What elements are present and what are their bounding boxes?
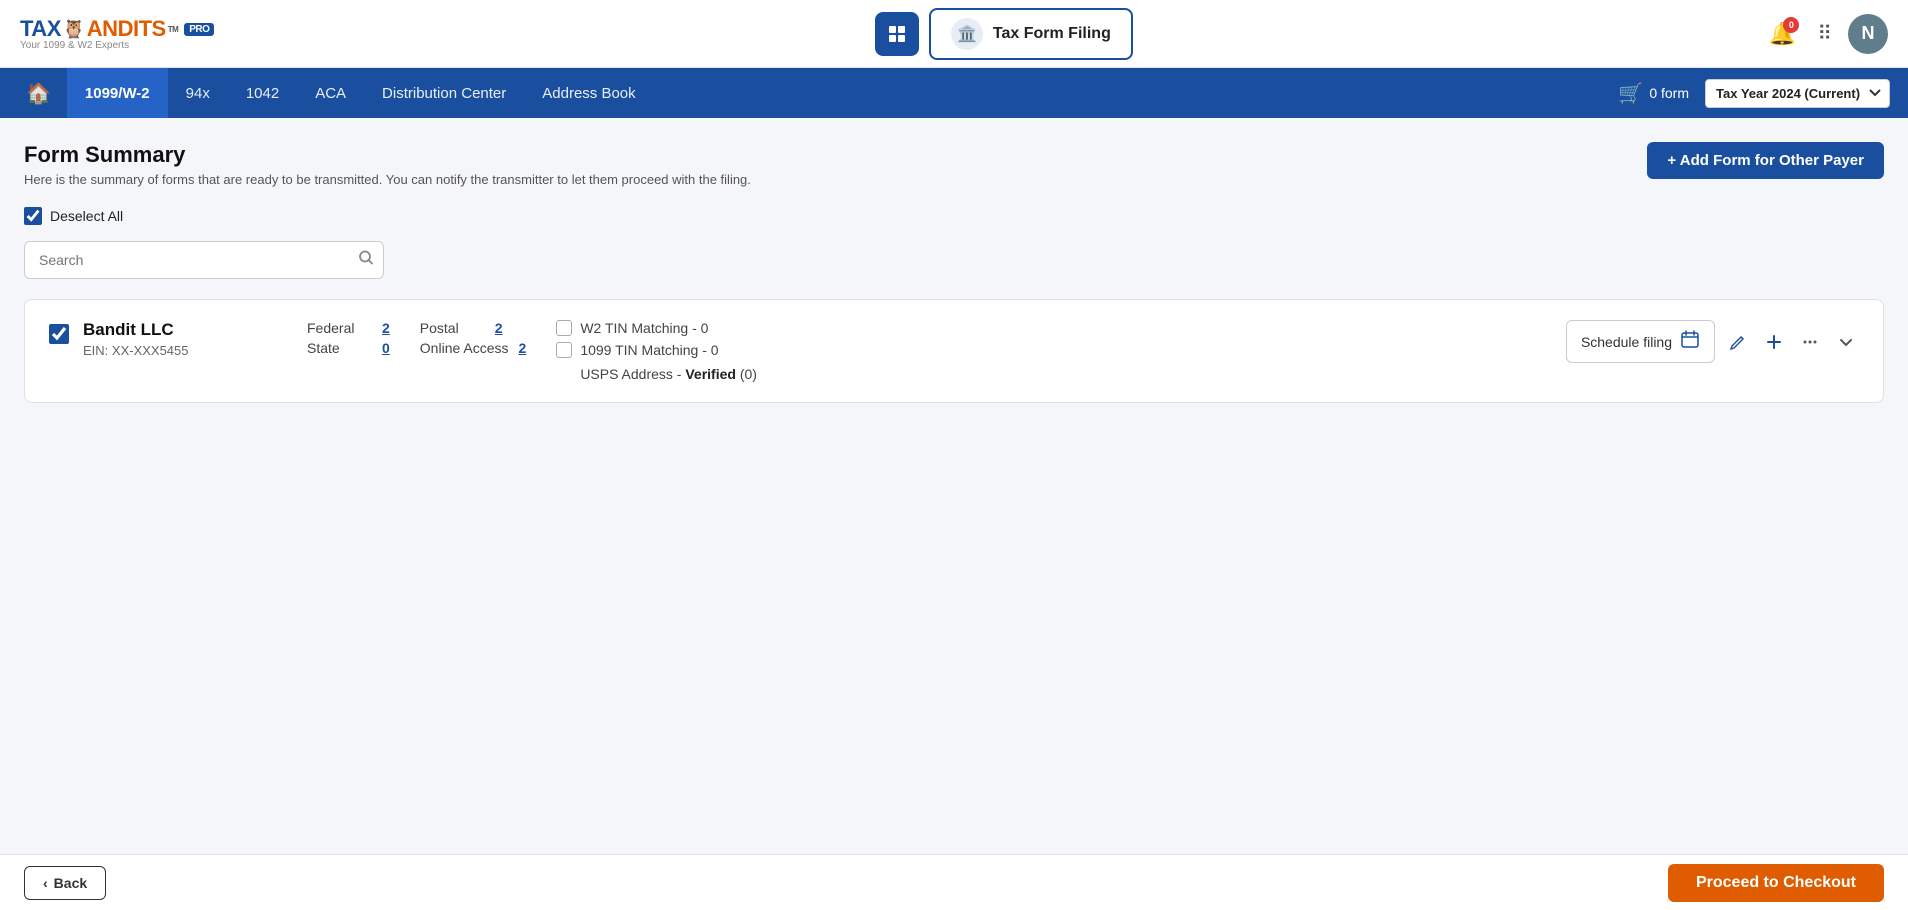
state-label: State xyxy=(307,340,372,356)
owl-icon: 🦉 xyxy=(63,19,85,40)
form-summary-title: Form Summary xyxy=(24,142,751,168)
nav-item-distribution-center[interactable]: Distribution Center xyxy=(364,68,524,118)
cart-icon: 🛒 xyxy=(1618,81,1643,106)
grid-square-icon xyxy=(887,24,907,44)
add-form-other-payer-button[interactable]: + Add Form for Other Payer xyxy=(1647,142,1884,179)
form-summary-header: Form Summary Here is the summary of form… xyxy=(24,142,1884,187)
state-count-row: State 0 xyxy=(307,340,390,356)
usps-label: USPS Address - xyxy=(580,366,681,382)
logo-subtitle: Your 1099 & W2 Experts xyxy=(20,40,129,51)
nav-item-94x[interactable]: 94x xyxy=(168,68,228,118)
postal-count[interactable]: 2 xyxy=(495,320,503,336)
logo-tax: TAX xyxy=(20,16,61,42)
nav-item-address-book[interactable]: Address Book xyxy=(524,68,653,118)
tax-form-filing-label: Tax Form Filing xyxy=(993,25,1111,43)
chevron-down-icon xyxy=(1837,333,1855,351)
postal-label: Postal xyxy=(420,320,485,336)
search-wrapper xyxy=(24,241,384,279)
back-label: Back xyxy=(54,875,87,891)
header: TAX 🦉 ANDITS TM PRO Your 1099 & W2 Exper… xyxy=(0,0,1908,68)
usps-row: USPS Address - Verified (0) xyxy=(556,366,796,382)
nav-item-1099-w2[interactable]: 1099/W-2 xyxy=(67,68,168,118)
home-icon[interactable]: 🏠 xyxy=(10,81,67,106)
notification-bell-button[interactable]: 🔔 0 xyxy=(1763,15,1801,53)
logo-pro: PRO xyxy=(184,23,214,36)
edit-icon xyxy=(1729,333,1747,351)
more-options-button[interactable] xyxy=(1797,329,1823,355)
tax-form-icon: 🏛️ xyxy=(951,18,983,50)
logo: TAX 🦉 ANDITS TM PRO xyxy=(20,16,214,42)
tin1099-row: 1099 TIN Matching - 0 xyxy=(556,342,796,358)
payer-card: Bandit LLC EIN: XX-XXX5455 Federal 2 Sta… xyxy=(24,299,1884,403)
nav-item-1042[interactable]: 1042 xyxy=(228,68,297,118)
payer-info: Bandit LLC EIN: XX-XXX5455 xyxy=(83,320,283,358)
online-access-label: Online Access xyxy=(420,340,509,356)
form-summary-subtitle: Here is the summary of forms that are re… xyxy=(24,172,751,187)
nav-item-aca[interactable]: ACA xyxy=(297,68,364,118)
tin-matching-area: W2 TIN Matching - 0 1099 TIN Matching - … xyxy=(556,320,796,382)
search-icon xyxy=(358,250,374,266)
federal-count[interactable]: 2 xyxy=(382,320,390,336)
payer-actions: Schedule filing xyxy=(1566,320,1859,363)
main-content: Form Summary Here is the summary of form… xyxy=(0,118,1908,910)
calendar-icon xyxy=(1680,329,1700,354)
deselect-all-label[interactable]: Deselect All xyxy=(50,208,123,224)
online-access-count[interactable]: 2 xyxy=(519,340,527,356)
footer: ‹ Back Proceed to Checkout xyxy=(0,854,1908,910)
schedule-filing-label: Schedule filing xyxy=(1581,334,1672,350)
cart-count: 0 form xyxy=(1649,85,1689,101)
header-right: 🔔 0 ⠿ N xyxy=(1763,14,1888,54)
tin1099-checkbox[interactable] xyxy=(556,342,572,358)
back-arrow-icon: ‹ xyxy=(43,875,48,891)
logo-bandits: ANDITS xyxy=(87,16,166,42)
search-icon-button[interactable] xyxy=(358,250,374,271)
back-button[interactable]: ‹ Back xyxy=(24,866,106,900)
tin1099-label: 1099 TIN Matching - 0 xyxy=(580,342,718,358)
ellipsis-icon xyxy=(1801,333,1819,351)
usps-count: (0) xyxy=(740,366,757,382)
postal-count-row: Postal 2 xyxy=(420,320,527,336)
cart-area[interactable]: 🛒 0 form xyxy=(1602,81,1705,106)
payer-counts-right: Postal 2 Online Access 2 xyxy=(420,320,527,356)
search-input[interactable] xyxy=(24,241,384,279)
w2-tin-row: W2 TIN Matching - 0 xyxy=(556,320,796,336)
payer-checkbox[interactable] xyxy=(49,324,69,344)
federal-count-row: Federal 2 xyxy=(307,320,390,336)
edit-button[interactable] xyxy=(1725,329,1751,355)
w2-tin-label: W2 TIN Matching - 0 xyxy=(580,320,708,336)
add-button[interactable] xyxy=(1761,329,1787,355)
deselect-row: Deselect All xyxy=(24,207,1884,225)
logo-tm: TM xyxy=(168,25,179,34)
form-summary-text: Form Summary Here is the summary of form… xyxy=(24,142,751,187)
payer-name: Bandit LLC xyxy=(83,320,283,340)
tax-year-select[interactable]: Tax Year 2024 (Current) xyxy=(1706,80,1889,107)
usps-verified: Verified xyxy=(685,366,736,382)
w2-tin-checkbox[interactable] xyxy=(556,320,572,336)
app-grid-button[interactable]: ⠿ xyxy=(1817,21,1832,46)
grid-square-button[interactable] xyxy=(875,12,919,56)
logo-area: TAX 🦉 ANDITS TM PRO Your 1099 & W2 Exper… xyxy=(20,16,214,51)
online-access-count-row: Online Access 2 xyxy=(420,340,527,356)
plus-icon xyxy=(1765,333,1783,351)
state-count[interactable]: 0 xyxy=(382,340,390,356)
header-center: 🏛️ Tax Form Filing xyxy=(244,8,1763,60)
deselect-all-checkbox[interactable] xyxy=(24,207,42,225)
expand-button[interactable] xyxy=(1833,329,1859,355)
tax-form-filing-button[interactable]: 🏛️ Tax Form Filing xyxy=(929,8,1133,60)
payer-counts-left: Federal 2 State 0 xyxy=(307,320,390,356)
schedule-filing-button[interactable]: Schedule filing xyxy=(1566,320,1715,363)
notification-badge: 0 xyxy=(1783,17,1799,33)
payer-ein: EIN: XX-XXX5455 xyxy=(83,343,283,358)
navbar: 🏠 1099/W-2 94x 1042 ACA Distribution Cen… xyxy=(0,68,1908,118)
proceed-to-checkout-button[interactable]: Proceed to Checkout xyxy=(1668,864,1884,902)
avatar[interactable]: N xyxy=(1848,14,1888,54)
federal-label: Federal xyxy=(307,320,372,336)
tax-year-wrapper: Tax Year 2024 (Current) xyxy=(1705,79,1890,108)
